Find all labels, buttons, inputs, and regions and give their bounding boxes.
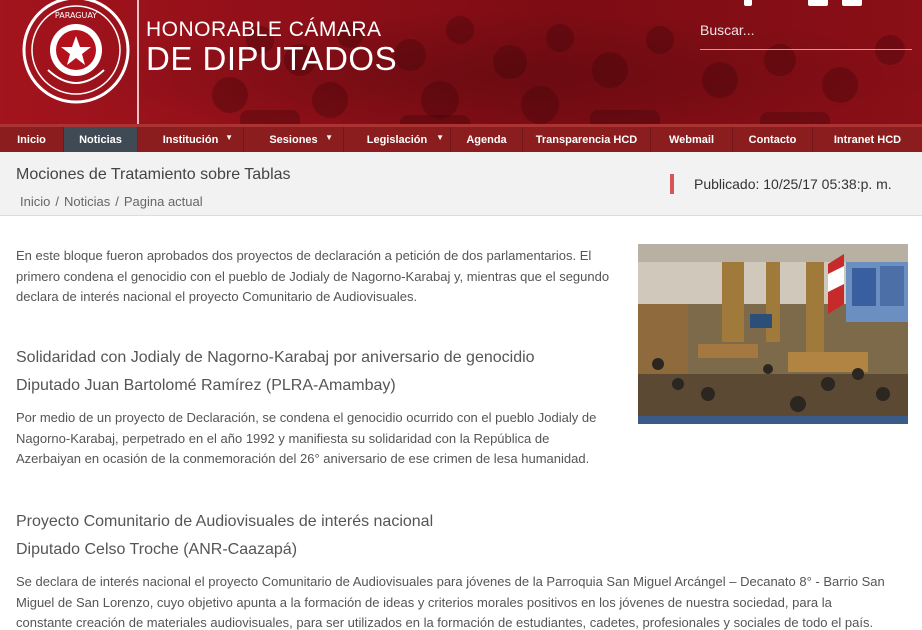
nav-item-institucion[interactable]: Institución ▼ <box>138 127 244 152</box>
text-line: Por medio de un proyecto de Declaración,… <box>16 410 597 425</box>
section2-body: Se declara de interés nacional el proyec… <box>16 572 885 630</box>
text-line: Se declara de interés nacional el proyec… <box>16 574 885 589</box>
svg-text:PARAGUAY: PARAGUAY <box>55 11 97 20</box>
text-line: primero condena el genocidio con el pueb… <box>16 268 610 284</box>
caret-down-icon: ▼ <box>225 133 233 142</box>
section1-title: Solidaridad con Jodialy de Nagorno-Karab… <box>16 349 535 366</box>
nav-item-intranet[interactable]: Intranet HCD <box>813 127 922 152</box>
section1-author: Diputado Juan Bartolomé Ramírez (PLRA-Am… <box>16 377 396 394</box>
nav-item-label: Intranet HCD <box>833 133 902 146</box>
main-nav: Inicio Noticias Institución ▼ Sesiones ▼ L… <box>0 124 922 152</box>
nav-item-contacto[interactable]: Contacto <box>733 127 813 152</box>
breadcrumb-noticias[interactable]: Noticias <box>64 194 110 209</box>
text-line: declara de interés nacional el proyecto … <box>16 289 418 304</box>
published-date: Publicado: 10/25/17 05:38:p. m. <box>670 174 892 194</box>
text-line: Azerbaiyan en ocasión de la conmemoració… <box>16 451 590 466</box>
breadcrumb-separator: / <box>55 194 59 209</box>
nav-item-inicio[interactable]: Inicio <box>0 127 64 152</box>
nav-item-label: Agenda <box>466 133 507 146</box>
nav-item-sesiones[interactable]: Sesiones ▼ <box>244 127 344 152</box>
search-box[interactable] <box>700 16 912 50</box>
page-title-bar: Mociones de Tratamiento sobre Tablas Ini… <box>0 152 922 216</box>
text-line: Nagorno-Karabaj, perpetrado en el año 19… <box>16 430 550 446</box>
section2-title: Proyecto Comunitario de Audiovisuales de… <box>16 513 434 530</box>
nav-item-label: Inicio <box>17 133 46 146</box>
facebook-icon[interactable] <box>744 0 752 6</box>
site-header: PARAGUAY HONORABLE CÁMARA DE DIPUTADOS <box>0 0 922 125</box>
text-line: constante creación de materiales audiovi… <box>16 615 874 630</box>
article-content: En este bloque fueron aprobados dos proy… <box>0 216 922 630</box>
nav-item-label: Noticias <box>79 133 122 146</box>
nav-item-agenda[interactable]: Agenda <box>451 127 523 152</box>
breadcrumb-inicio[interactable]: Inicio <box>20 194 50 209</box>
nav-item-label: Institución <box>162 133 219 146</box>
text-line: En este bloque fueron aprobados dos proy… <box>16 248 592 263</box>
site-title-line1: HONORABLE CÁMARA <box>146 18 382 41</box>
search-input[interactable] <box>700 16 912 38</box>
nav-item-noticias[interactable]: Noticias <box>64 127 138 152</box>
plenary-session-photo <box>638 244 908 424</box>
nav-item-legislacion[interactable]: Legislación ▼ <box>344 127 451 152</box>
nav-item-webmail[interactable]: Webmail <box>651 127 733 152</box>
nav-item-label: Legislación <box>366 133 428 146</box>
nav-item-label: Sesiones <box>269 133 318 146</box>
breadcrumb-separator: / <box>115 194 119 209</box>
youtube-icon[interactable] <box>842 0 862 6</box>
nav-item-label: Webmail <box>668 133 715 146</box>
nav-item-label: Transparencia HCD <box>535 133 638 146</box>
breadcrumb: Inicio / Noticias / Pagina actual <box>20 194 203 209</box>
article-intro: En este bloque fueron aprobados dos proy… <box>16 246 609 308</box>
nav-item-label: Contacto <box>748 133 797 146</box>
caret-down-icon: ▼ <box>436 133 444 142</box>
section1-body: Por medio de un proyecto de Declaración,… <box>16 408 596 470</box>
nav-item-transparencia[interactable]: Transparencia HCD <box>523 127 651 152</box>
brand-divider <box>137 0 139 125</box>
paraguay-seal-logo[interactable]: PARAGUAY <box>22 0 130 108</box>
text-line: Miguel de San Lorenzo, cuyo objetivo apu… <box>16 594 832 610</box>
page-title: Mociones de Tratamiento sobre Tablas <box>16 166 291 183</box>
section2-author: Diputado Celso Troche (ANR-Caazapá) <box>16 541 298 558</box>
site-title-line2: DE DIPUTADOS <box>146 40 398 77</box>
twitter-icon[interactable] <box>808 0 828 6</box>
caret-down-icon: ▼ <box>325 133 333 142</box>
breadcrumb-current: Pagina actual <box>123 194 203 209</box>
